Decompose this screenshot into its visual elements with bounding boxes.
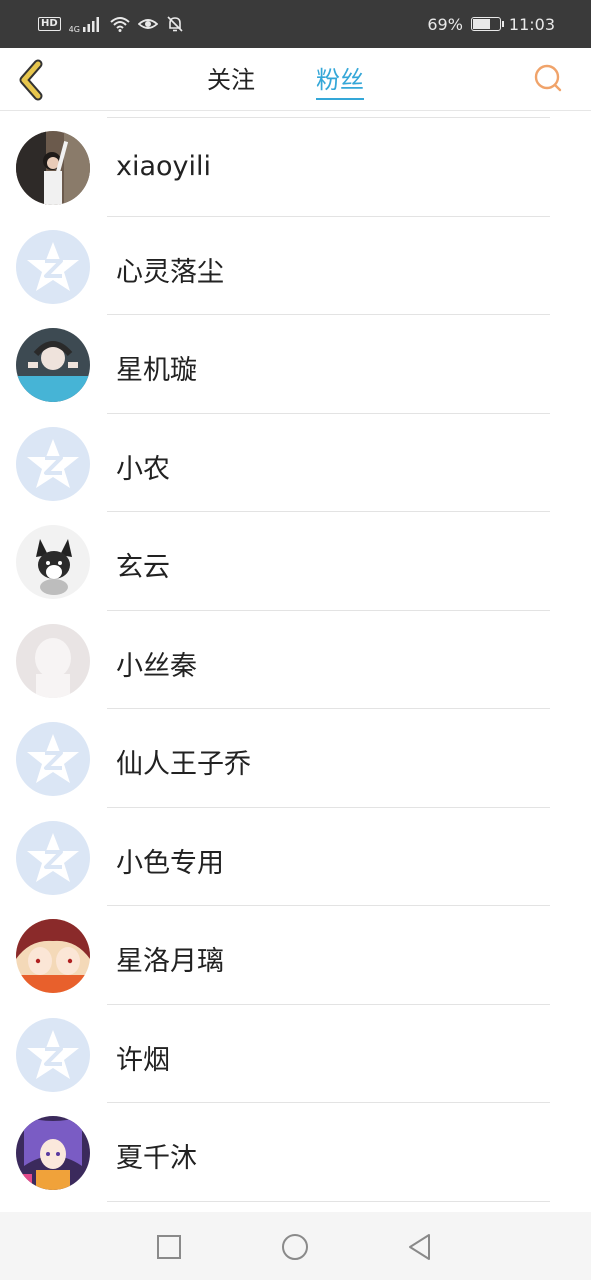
battery-fill — [472, 19, 491, 29]
default-qq-avatar — [16, 1017, 90, 1092]
system-back-button[interactable] — [403, 1230, 437, 1264]
fan-row[interactable]: 星洛月璃 — [0, 906, 591, 1005]
fan-row[interactable]: 小农 — [0, 414, 591, 512]
recent-apps-icon — [157, 1235, 181, 1259]
system-nav-bar — [0, 1212, 591, 1280]
default-qq-avatar — [16, 722, 90, 796]
fan-row[interactable]: 仙人王子乔 — [0, 709, 591, 808]
anime-avatar — [16, 919, 90, 993]
fan-name: 小丝秦 — [116, 650, 197, 682]
eye-icon — [137, 19, 158, 29]
fan-row[interactable]: 星机璇 — [0, 315, 591, 414]
fan-name: xiaoyili — [116, 151, 212, 182]
fan-name: 许烟 — [116, 1044, 170, 1076]
signal-icon — [82, 17, 99, 32]
home-icon — [282, 1234, 308, 1260]
fan-name: 夏千沐 — [116, 1143, 197, 1174]
anime-avatar — [16, 1116, 90, 1190]
battery-percent: 69% — [427, 14, 463, 34]
tab-following[interactable]: 关注 — [207, 60, 255, 98]
fan-list: xiaoyili 心灵落尘 星机璇 小农 玄云 小丝秦 仙人王子乔 小色专用 星… — [0, 111, 591, 1211]
home-button[interactable] — [278, 1230, 312, 1264]
search-button[interactable] — [531, 61, 565, 95]
back-button[interactable] — [14, 56, 54, 102]
fan-row[interactable]: 夏千沐 — [0, 1103, 591, 1202]
fan-row[interactable]: 玄云 — [0, 512, 591, 611]
tab-fans[interactable]: 粉丝 — [316, 60, 364, 100]
fan-name: 心灵落尘 — [116, 256, 224, 288]
hd-icon: HD — [38, 17, 61, 31]
fan-name: 小色专用 — [116, 847, 224, 879]
battery-charging-icon — [470, 17, 504, 31]
sketch-dog-avatar — [16, 525, 90, 599]
default-qq-avatar — [16, 229, 90, 304]
app-header: 关注 粉丝 — [0, 48, 591, 111]
fan-name: 仙人王子乔 — [116, 749, 251, 780]
photo-avatar — [16, 328, 90, 402]
active-tab-indicator — [316, 98, 364, 100]
search-icon — [534, 64, 562, 92]
fan-row[interactable]: 心灵落尘 — [0, 217, 591, 315]
fan-row[interactable]: 小色专用 — [0, 808, 591, 906]
tab-following-label: 关注 — [207, 66, 255, 94]
photo-avatar — [16, 131, 90, 205]
default-qq-avatar — [16, 426, 90, 501]
recent-apps-button[interactable] — [152, 1230, 186, 1264]
fan-row[interactable]: xiaoyili — [0, 118, 591, 217]
default-silhouette-avatar — [16, 623, 90, 698]
list-divider — [107, 1200, 550, 1202]
network-type: 4G — [68, 24, 80, 34]
fan-row[interactable]: 小丝秦 — [0, 611, 591, 709]
fan-row[interactable]: 许烟 — [0, 1005, 591, 1103]
status-right: 69% 11:03 — [427, 15, 555, 34]
wifi-icon — [110, 17, 130, 32]
tab-fans-label: 粉丝 — [316, 66, 364, 94]
status-bar: HD 4G 69% 11:03 — [0, 0, 591, 48]
default-qq-avatar — [16, 820, 90, 895]
status-time: 11:03 — [508, 14, 555, 34]
chevron-left-icon — [19, 59, 43, 101]
fan-name: 星洛月璃 — [116, 946, 224, 977]
fan-name: 玄云 — [116, 552, 170, 583]
back-icon — [409, 1234, 430, 1260]
fan-name: 小农 — [116, 453, 170, 485]
fan-name: 星机璇 — [116, 355, 197, 386]
status-left-icons: HD 4G — [38, 15, 184, 34]
mute-bell-icon — [167, 16, 183, 32]
